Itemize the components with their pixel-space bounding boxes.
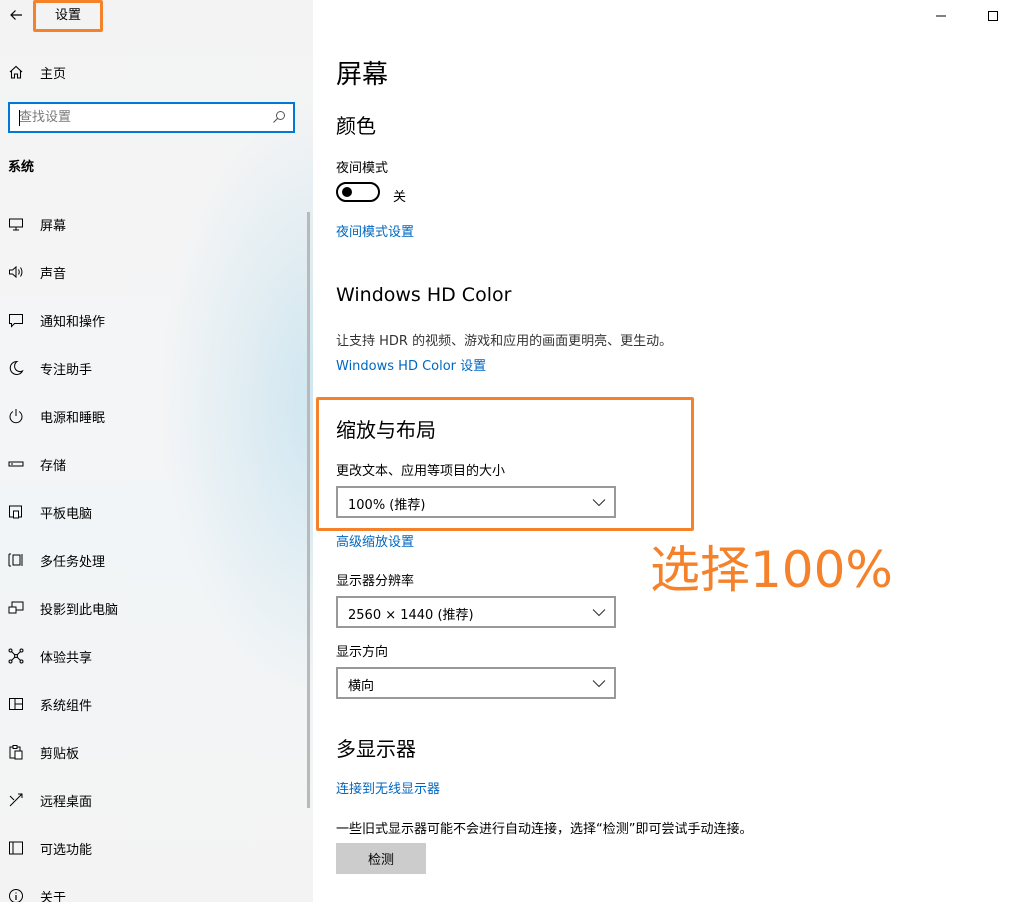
main-content: 屏幕 颜色 夜间模式 关 夜间模式设置 Windows HD Color 让支持… <box>336 0 1016 902</box>
sidebar-item-about[interactable]: 关于 <box>0 872 308 902</box>
night-mode-settings-link[interactable]: 夜间模式设置 <box>336 221 414 240</box>
toggle-knob <box>342 187 352 197</box>
tablet-icon <box>8 504 24 520</box>
night-mode-toggle[interactable] <box>336 182 380 202</box>
back-arrow-icon <box>10 10 22 20</box>
sidebar-item-label: 屏幕 <box>40 218 67 234</box>
orientation-value: 横向 <box>348 679 375 694</box>
sidebar-item-label: 存储 <box>40 458 67 474</box>
sidebar-item-project[interactable]: 投影到此电脑 <box>0 584 308 632</box>
sidebar-item-label: 关于 <box>40 890 67 902</box>
sidebar-item-label: 电源和睡眠 <box>40 410 106 426</box>
orientation-dropdown[interactable]: 横向 <box>336 667 616 699</box>
notification-icon <box>8 312 24 328</box>
share-icon <box>8 648 24 664</box>
storage-icon <box>8 456 24 472</box>
resolution-label: 显示器分辨率 <box>336 574 415 589</box>
sidebar-item-label: 专注助手 <box>40 362 93 378</box>
sidebar-item-display[interactable]: 屏幕 <box>0 200 308 248</box>
sidebar-item-label: 平板电脑 <box>40 506 93 522</box>
scale-label: 更改文本、应用等项目的大小 <box>336 464 506 479</box>
sidebar: 设置 主页 系统 屏幕 声音 <box>0 0 313 902</box>
sidebar-item-clipboard[interactable]: 剪贴板 <box>0 728 308 776</box>
sidebar-item-label: 声音 <box>40 266 67 282</box>
sidebar-item-tablet[interactable]: 平板电脑 <box>0 488 308 536</box>
search-input[interactable] <box>19 107 269 128</box>
text-caret <box>19 110 20 126</box>
sidebar-item-label: 通知和操作 <box>40 314 106 330</box>
hdr-description: 让支持 HDR 的视频、游戏和应用的画面更明亮、更生动。 <box>336 334 673 349</box>
home-label: 主页 <box>40 66 67 82</box>
project-icon <box>8 600 24 616</box>
night-mode-label: 夜间模式 <box>336 161 389 176</box>
sidebar-item-label: 系统组件 <box>40 698 93 714</box>
hdr-heading: Windows HD Color <box>336 284 512 306</box>
sidebar-item-label: 投影到此电脑 <box>40 602 119 618</box>
multitask-icon <box>8 552 24 568</box>
sidebar-item-power[interactable]: 电源和睡眠 <box>0 392 308 440</box>
annotation-text: 选择100% <box>650 541 893 599</box>
components-icon <box>8 696 24 712</box>
speaker-icon <box>8 264 24 280</box>
optional-features-icon <box>8 840 24 856</box>
sidebar-item-focus-assist[interactable]: 专注助手 <box>0 344 308 392</box>
sidebar-item-multitasking[interactable]: 多任务处理 <box>0 536 308 584</box>
page-title: 屏幕 <box>336 60 389 90</box>
info-icon <box>8 888 24 902</box>
scale-heading: 缩放与布局 <box>336 418 436 442</box>
home-icon <box>8 64 24 80</box>
remote-icon <box>8 792 24 808</box>
nav-home[interactable]: 主页 <box>0 58 313 86</box>
chevron-down-icon <box>592 609 606 617</box>
sidebar-nav: 屏幕 声音 通知和操作 专注助手 电源和睡眠 存储 平板电脑 多任务处理 投影到… <box>0 200 308 902</box>
search-icon[interactable] <box>272 110 286 124</box>
night-mode-state: 关 <box>393 190 407 205</box>
multi-display-heading: 多显示器 <box>336 737 416 761</box>
sidebar-item-shared-experiences[interactable]: 体验共享 <box>0 632 308 680</box>
advanced-scale-link[interactable]: 高级缩放设置 <box>336 531 414 550</box>
wireless-display-link[interactable]: 连接到无线显示器 <box>336 778 440 797</box>
detect-description: 一些旧式显示器可能不会进行自动连接，选择“检测”即可尝试手动连接。 <box>336 822 753 837</box>
sidebar-item-optional-features[interactable]: 可选功能 <box>0 824 308 872</box>
clipboard-icon <box>8 744 24 760</box>
orientation-label: 显示方向 <box>336 645 389 660</box>
sidebar-item-sound[interactable]: 声音 <box>0 248 308 296</box>
section-label: 系统 <box>8 160 35 175</box>
scale-dropdown[interactable]: 100% (推荐) <box>336 486 616 518</box>
sidebar-item-system-components[interactable]: 系统组件 <box>0 680 308 728</box>
sidebar-item-label: 多任务处理 <box>40 554 106 570</box>
back-button[interactable] <box>6 5 26 25</box>
app-title: 设置 <box>33 0 103 32</box>
sidebar-item-storage[interactable]: 存储 <box>0 440 308 488</box>
resolution-value: 2560 × 1440 (推荐) <box>348 608 474 623</box>
chevron-down-icon <box>592 680 606 688</box>
chevron-down-icon <box>592 499 606 507</box>
detect-button[interactable]: 检测 <box>336 843 426 874</box>
sidebar-item-label: 体验共享 <box>40 650 93 666</box>
power-icon <box>8 408 24 424</box>
search-box[interactable] <box>8 102 295 133</box>
resolution-dropdown[interactable]: 2560 × 1440 (推荐) <box>336 596 616 628</box>
settings-window: 设置 主页 系统 屏幕 声音 <box>0 0 1022 902</box>
sidebar-item-notifications[interactable]: 通知和操作 <box>0 296 308 344</box>
sidebar-item-remote-desktop[interactable]: 远程桌面 <box>0 776 308 824</box>
scale-value: 100% (推荐) <box>348 498 426 513</box>
sidebar-item-label: 远程桌面 <box>40 794 93 810</box>
moon-icon <box>8 360 24 376</box>
hdr-settings-link[interactable]: Windows HD Color 设置 <box>336 355 486 374</box>
sidebar-scrollbar[interactable] <box>307 212 310 808</box>
sidebar-item-label: 剪贴板 <box>40 746 80 762</box>
color-heading: 颜色 <box>336 114 376 138</box>
monitor-icon <box>8 216 24 232</box>
sidebar-item-label: 可选功能 <box>40 842 93 858</box>
